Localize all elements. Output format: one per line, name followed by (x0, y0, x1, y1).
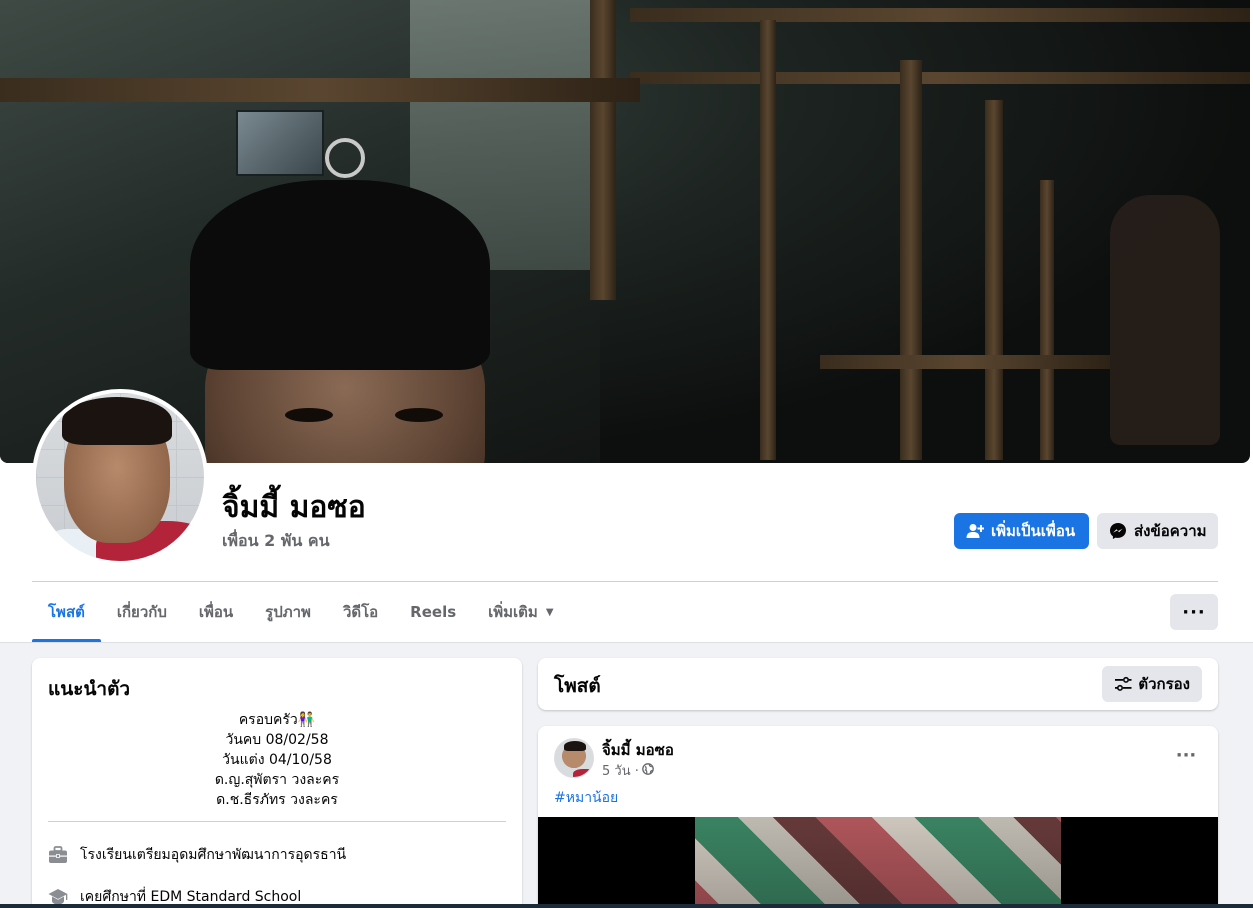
filter-icon (1115, 676, 1132, 691)
post-author-avatar[interactable] (554, 738, 594, 778)
add-friend-label: เพิ่มเป็นเพื่อน (991, 522, 1076, 540)
profile-tabs: โพสต์ เกี่ยวกับ เพื่อน รูปภาพ วิดีโอ Ree… (32, 582, 570, 642)
tab-about[interactable]: เกี่ยวกับ (101, 582, 183, 642)
post-meta: 5 วัน · (602, 760, 654, 781)
more-options-button[interactable]: ··· (1170, 594, 1218, 630)
posts-title: โพสต์ (554, 675, 601, 697)
cover-pole (0, 78, 640, 102)
bio-text: ครอบครัว👫 วันคบ 08/02/58 วันแต่ง 04/10/5… (48, 710, 506, 810)
tab-posts[interactable]: โพสต์ (32, 582, 101, 642)
tab-label: วิดีโอ (342, 603, 379, 621)
window-bottom-edge (0, 904, 1253, 908)
cover-pole (590, 0, 616, 300)
add-friend-button[interactable]: เพิ่มเป็นเพื่อน (954, 513, 1089, 549)
tab-label: เกี่ยวกับ (116, 603, 167, 621)
friends-count[interactable]: เพื่อน 2 พัน คน (222, 529, 330, 554)
post-hashtag[interactable]: #หมาน้อย (554, 787, 618, 809)
tab-reels[interactable]: Reels (394, 582, 472, 642)
cover-figure (1110, 195, 1220, 445)
bio-line: ครอบครัว👫 (238, 712, 316, 728)
cover-pole (900, 60, 922, 460)
bio-line: วันแต่ง 04/10/58 (222, 752, 332, 768)
cover-pole (760, 20, 776, 460)
add-friend-icon (966, 524, 984, 538)
intro-card: แนะนำตัว ครอบครัว👫 วันคบ 08/02/58 วันแต่… (32, 658, 522, 908)
message-button[interactable]: ส่งข้อความ (1097, 513, 1218, 549)
cover-pole (630, 8, 1250, 22)
posts-header-card: โพสต์ ตัวกรอง (538, 658, 1218, 710)
cover-speaker-box (236, 110, 324, 176)
cover-pole (1040, 180, 1054, 460)
profile-name: จิ้มมี้ มอซอ (222, 490, 366, 525)
post-photo (695, 817, 1061, 908)
tab-videos[interactable]: วิดีโอ (327, 582, 394, 642)
filter-button[interactable]: ตัวกรอง (1102, 666, 1202, 702)
cover-ring (325, 138, 365, 178)
briefcase-icon (48, 845, 68, 865)
messenger-icon (1110, 523, 1126, 539)
intro-title: แนะนำตัว (48, 678, 131, 700)
tab-label: เพื่อน (198, 603, 234, 621)
post-options-button[interactable]: ··· (1168, 742, 1204, 768)
tab-label: เพิ่มเติม (488, 603, 538, 621)
intro-divider (48, 821, 506, 822)
cover-eye (395, 408, 443, 422)
caret-down-icon: ▼ (545, 606, 554, 618)
tab-more[interactable]: เพิ่มเติม ▼ (472, 582, 569, 642)
bio-line: ด.ช.ธีรภัทร วงละคร (216, 792, 338, 808)
cover-child-hair (190, 180, 490, 370)
tab-label: Reels (410, 603, 457, 621)
post-media[interactable] (538, 817, 1218, 908)
profile-avatar[interactable] (32, 389, 208, 565)
intro-item-text[interactable]: โรงเรียนเตรียมอุดมศึกษาพัฒนาการอุดรธานี (80, 844, 346, 866)
post-author-name[interactable]: จิ้มมี้ มอซอ (602, 738, 674, 762)
avatar-image (36, 393, 204, 561)
profile-header: จิ้มมี้ มอซอ เพื่อน 2 พัน คน เพิ่มเป็นเพ… (0, 0, 1253, 643)
intro-item-work: โรงเรียนเตรียมอุดมศึกษาพัฒนาการอุดรธานี (48, 844, 346, 866)
bio-line: ด.ญ.สุพัตรา วงละคร (214, 772, 340, 788)
cover-pole (820, 355, 1110, 369)
post-card: จิ้มมี้ มอซอ 5 วัน · ··· #หมาน้อย (538, 726, 1218, 908)
tab-friends[interactable]: เพื่อน (183, 582, 249, 642)
tab-photos[interactable]: รูปภาพ (249, 582, 327, 642)
tab-label: โพสต์ (48, 603, 85, 621)
cover-eye (285, 408, 333, 422)
globe-icon (642, 762, 654, 779)
tab-label: รูปภาพ (265, 603, 311, 621)
post-timestamp[interactable]: 5 วัน · (602, 760, 639, 781)
bio-line: วันคบ 08/02/58 (225, 732, 329, 748)
cover-pole (985, 100, 1003, 460)
message-label: ส่งข้อความ (1134, 522, 1207, 540)
cover-pole (630, 72, 1250, 84)
filter-label: ตัวกรอง (1138, 675, 1190, 693)
avatar-hair (62, 397, 172, 445)
